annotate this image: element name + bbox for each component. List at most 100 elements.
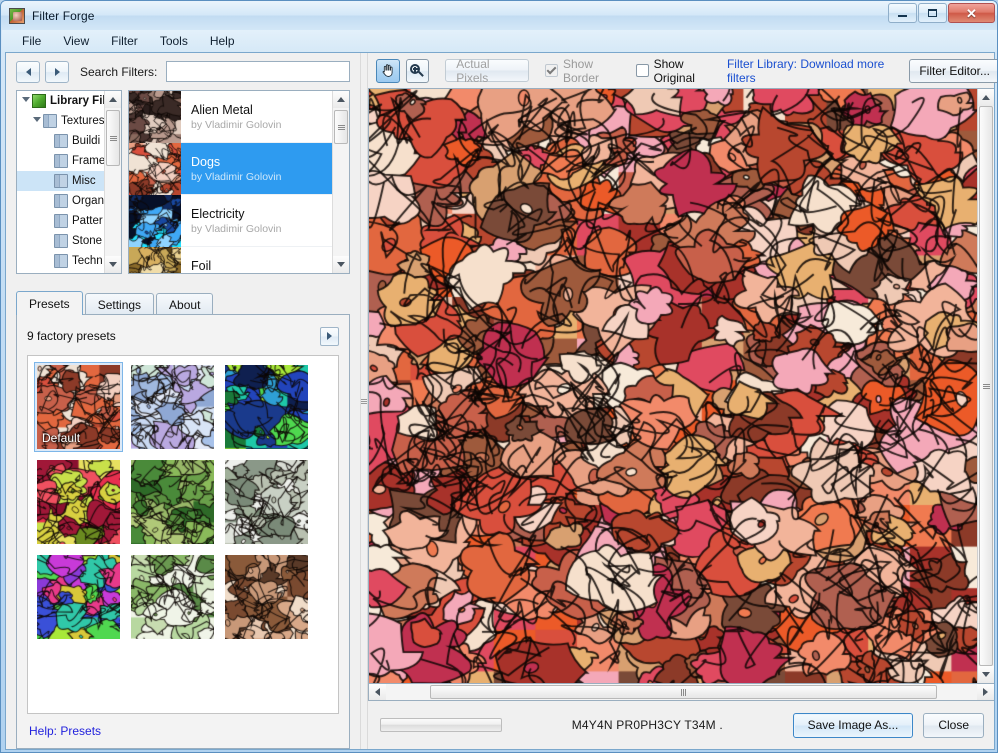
menu-tools[interactable]: Tools <box>150 31 198 51</box>
tree-node-library-fil[interactable]: Library Fil <box>17 91 106 111</box>
scroll-down-button[interactable] <box>105 256 121 273</box>
preset-item[interactable] <box>34 457 123 547</box>
filter-thumbnail <box>129 194 181 247</box>
menu-help[interactable]: Help <box>200 31 245 51</box>
tab-presets[interactable]: Presets <box>16 291 83 315</box>
filter-library-link[interactable]: Filter Library: Download more filters <box>727 57 897 85</box>
scroll-thumb[interactable] <box>430 685 937 699</box>
filter-list-item[interactable]: Electricity by Vladimir Golovin <box>129 194 332 247</box>
filter-list-item[interactable]: Foilby Vladimir Golovin <box>129 246 332 273</box>
category-tree-scrollbar[interactable] <box>104 91 121 273</box>
show-border-checkbox-wrap[interactable]: Show Border <box>544 57 624 85</box>
grip-icon <box>982 383 990 390</box>
tab-about[interactable]: About <box>156 293 214 315</box>
caret-down-icon <box>982 672 990 677</box>
scroll-up-button[interactable] <box>333 91 349 108</box>
preview-canvas[interactable] <box>369 89 977 683</box>
chevron-right-icon <box>327 332 332 340</box>
check-icon <box>546 64 557 75</box>
preset-item[interactable] <box>128 552 217 642</box>
progress-bar <box>380 718 502 732</box>
scroll-up-button[interactable] <box>978 89 994 106</box>
filter-editor-button[interactable]: Filter Editor... <box>909 58 997 83</box>
preset-item[interactable]: Default <box>34 362 123 452</box>
hand-tool-button[interactable] <box>376 58 400 83</box>
grip-icon <box>681 688 686 696</box>
scroll-down-button[interactable] <box>978 666 994 683</box>
folder-icon <box>43 114 57 128</box>
filter-list-scrollbar[interactable] <box>332 91 349 273</box>
panel-splitter[interactable] <box>360 53 368 749</box>
help-presets-link[interactable]: Help: Presets <box>27 714 339 738</box>
scroll-track[interactable] <box>386 684 977 700</box>
filter-list-item[interactable]: Dogs by Vladimir Golovin <box>129 142 332 195</box>
filter-list-rows: Alien Metal by Vladimir Golovin Dogs by Vla… <box>129 91 332 273</box>
tree-node-label: Buildi <box>72 135 101 147</box>
filter-name: Alien Metal <box>191 102 253 117</box>
tree-node-label: Organ <box>72 195 104 207</box>
show-original-checkbox-wrap[interactable]: Show Original <box>635 57 719 85</box>
search-row: Search Filters: <box>6 53 360 90</box>
preview-toolbar: Actual Pixels Show Border Show Original … <box>368 53 997 88</box>
minimize-button[interactable] <box>888 3 917 23</box>
maximize-button[interactable] <box>918 3 947 23</box>
scroll-right-button[interactable] <box>977 684 994 700</box>
grip-icon <box>109 135 117 142</box>
tree-node-buildi[interactable]: Buildi <box>17 131 104 151</box>
filter-item-texts: Electricity by Vladimir Golovin <box>181 207 281 235</box>
scroll-thumb[interactable] <box>979 106 993 666</box>
actual-pixels-button[interactable]: Actual Pixels <box>445 57 529 85</box>
preset-item[interactable] <box>222 457 311 547</box>
zoom-tool-button[interactable] <box>405 58 430 83</box>
tree-node-techn[interactable]: Techn <box>17 251 104 271</box>
show-border-checkbox[interactable] <box>544 64 558 77</box>
scroll-track[interactable] <box>978 106 994 666</box>
tree-node-frame[interactable]: Frame <box>17 151 105 171</box>
scroll-track[interactable] <box>333 108 349 256</box>
presets-more-button[interactable] <box>320 326 339 346</box>
maximize-icon <box>928 9 937 17</box>
menu-filter[interactable]: Filter <box>101 31 148 51</box>
tree-node-textures[interactable]: Textures <box>17 111 104 131</box>
tree-node-misc[interactable]: Misc <box>17 171 104 191</box>
tree-node-label: Library Fil <box>50 95 106 107</box>
preset-item[interactable] <box>222 552 311 642</box>
chevron-right-icon <box>54 67 60 76</box>
nav-forward-button[interactable] <box>45 60 69 83</box>
preview-canvas-clip[interactable] <box>369 89 977 683</box>
scroll-track[interactable] <box>105 108 121 256</box>
right-panel: Actual Pixels Show Border Show Original … <box>368 53 997 749</box>
scroll-thumb[interactable] <box>334 110 348 144</box>
menu-file[interactable]: File <box>12 31 51 51</box>
tree-node-stone[interactable]: Stone <box>17 231 104 251</box>
preset-item[interactable] <box>128 362 217 452</box>
category-tree: Library Fil Textures Buildi Frame Misc Organ P… <box>16 90 122 274</box>
tree-node-organ[interactable]: Organ <box>17 191 104 211</box>
folder-icon <box>54 174 68 188</box>
scroll-thumb[interactable] <box>106 110 120 166</box>
preset-item[interactable] <box>222 362 311 452</box>
hand-icon <box>382 64 393 77</box>
preset-item[interactable] <box>128 457 217 547</box>
scroll-up-button[interactable] <box>105 91 121 108</box>
scroll-left-button[interactable] <box>369 684 386 700</box>
search-input[interactable] <box>166 61 350 82</box>
close-button[interactable]: ✕ <box>948 3 995 23</box>
tree-node-patter[interactable]: Patter <box>17 211 104 231</box>
show-original-checkbox[interactable] <box>635 64 649 77</box>
caret-down-icon[interactable] <box>31 116 43 126</box>
tab-settings[interactable]: Settings <box>84 293 155 315</box>
filter-list: Alien Metal by Vladimir Golovin Dogs by Vla… <box>128 90 350 274</box>
preset-item[interactable] <box>34 552 123 642</box>
preview-vertical-scrollbar[interactable] <box>977 89 994 683</box>
menu-view[interactable]: View <box>53 31 99 51</box>
filter-list-item[interactable]: Alien Metal by Vladimir Golovin <box>129 91 332 143</box>
save-image-as-button[interactable]: Save Image As... <box>792 712 914 738</box>
filter-item-texts: Alien Metal by Vladimir Golovin <box>181 103 281 131</box>
preset-thumbnail <box>37 555 120 639</box>
scroll-down-button[interactable] <box>333 256 349 273</box>
preview-horizontal-scrollbar[interactable] <box>368 684 994 701</box>
close-dialog-button[interactable]: Close <box>923 712 984 738</box>
caret-down-icon[interactable] <box>20 96 32 106</box>
nav-back-button[interactable] <box>16 60 40 83</box>
